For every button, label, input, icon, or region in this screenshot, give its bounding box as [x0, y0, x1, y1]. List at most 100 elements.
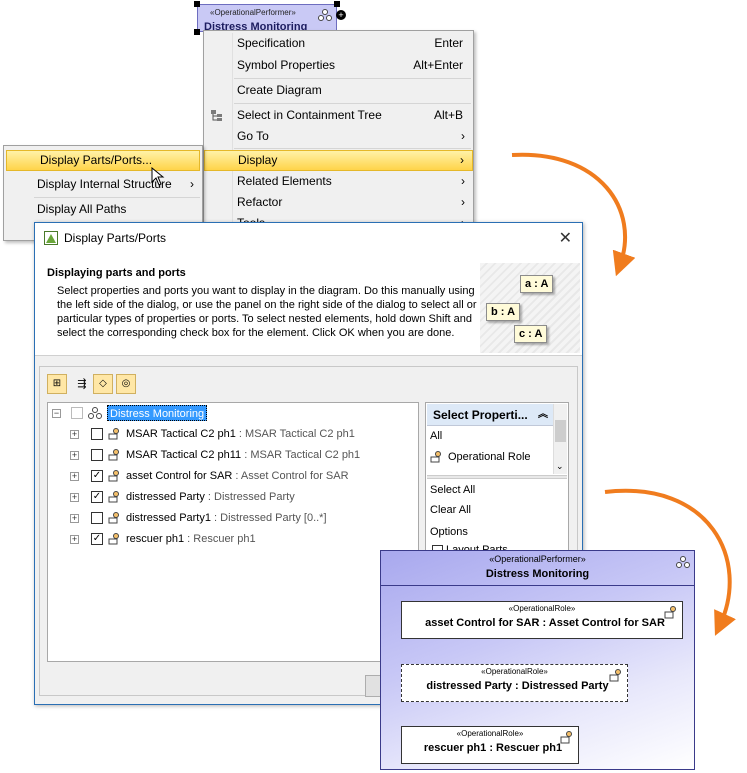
expand-icon[interactable]: +	[70, 535, 79, 544]
performer-icon	[318, 9, 332, 21]
tree-checkbox-checked[interactable]: ✓	[91, 470, 103, 482]
dialog-description: Select properties and ports you want to …	[57, 285, 477, 339]
clear-all-link[interactable]: Clear All	[430, 504, 471, 516]
part-name: distressed Party1	[126, 512, 211, 524]
menu-item-symbol-properties[interactable]: Symbol Properties Alt+Enter	[204, 55, 473, 76]
part-type: : Distressed Party	[204, 491, 295, 503]
performer-symbol[interactable]: «OperationalPerformer» Distress Monitori…	[194, 1, 340, 35]
expand-all-button[interactable]: ⊞	[47, 374, 67, 394]
chevron-right-icon: ›	[461, 174, 465, 188]
expand-icon[interactable]: +	[70, 451, 79, 460]
role-icon	[609, 669, 621, 682]
chevron-down-icon[interactable]: ⌄	[556, 461, 564, 472]
show-ports-button[interactable]: ◇	[93, 374, 113, 394]
part-type: : MSAR Tactical C2 ph1	[235, 428, 355, 440]
menu-item-display-parts-ports[interactable]: Display Parts/Ports...	[6, 150, 200, 171]
part-name: MSAR Tactical C2 ph1	[126, 428, 236, 440]
role-icon	[108, 533, 119, 545]
tree-checkbox[interactable]	[71, 407, 83, 419]
context-menu: Specification Enter Symbol Properties Alt+…	[203, 30, 474, 230]
close-icon[interactable]: ✕	[559, 228, 572, 248]
collapse-up-icon[interactable]: ︽	[538, 404, 548, 426]
part-name: asset Control for SAR	[126, 470, 233, 482]
dialog-title: Display Parts/Ports	[64, 231, 167, 245]
chevron-right-icon: ›	[461, 195, 465, 209]
performer-icon	[88, 407, 102, 419]
role-icon	[430, 451, 441, 463]
operational-role-item[interactable]: Operational Role	[430, 451, 531, 463]
show-parts-button[interactable]: ◎	[116, 374, 136, 394]
chevron-right-icon: ›	[190, 177, 194, 191]
menu-separator	[234, 148, 471, 149]
operational-role-part[interactable]: «OperationalRole» rescuer ph1 : Rescuer …	[401, 726, 579, 764]
part-type: : MSAR Tactical C2 ph1	[241, 449, 361, 461]
menu-item-select-in-containment-tree[interactable]: Select in Containment Tree Alt+B	[204, 105, 473, 126]
select-all-link[interactable]: Select All	[430, 484, 475, 496]
performer-name: Distress Monitoring	[485, 568, 590, 580]
role-stereotype: «OperationalRole»	[508, 604, 576, 613]
tree-row-root[interactable]: − Distress Monitoring	[48, 403, 418, 423]
dialog-heading: Displaying parts and ports	[47, 267, 186, 279]
select-all-types-item[interactable]: All	[430, 430, 442, 442]
performer-stereotype: «OperationalPerformer»	[210, 8, 296, 17]
scrollbar[interactable]: ⌄	[553, 404, 567, 474]
expand-icon[interactable]: +	[70, 472, 79, 481]
part-type: : Asset Control for SAR	[232, 470, 349, 482]
chevron-right-icon: ›	[460, 153, 464, 167]
menu-separator	[34, 197, 200, 198]
performer-shape[interactable]: «OperationalPerformer» Distress Monitori…	[380, 550, 695, 770]
illustration-tag: a : A	[520, 275, 554, 293]
panel-divider	[427, 475, 567, 479]
role-stereotype: «OperationalRole»	[456, 729, 524, 738]
tree-checkbox[interactable]	[91, 512, 103, 524]
scrollbar-thumb[interactable]	[555, 420, 566, 442]
expand-icon[interactable]: +	[70, 514, 79, 523]
operational-role-part[interactable]: «OperationalRole» distressed Party : Dis…	[401, 664, 628, 702]
menu-item-related-elements[interactable]: Related Elements ›	[204, 171, 473, 192]
menu-separator	[234, 78, 471, 79]
menu-separator	[234, 103, 471, 104]
menu-item-specification[interactable]: Specification Enter	[204, 33, 473, 54]
performer-icon	[676, 556, 690, 568]
dialog-header: Displaying parts and ports Select proper…	[35, 253, 582, 356]
role-name: distressed Party : Distressed Party	[426, 680, 609, 692]
dialog-title-bar: Display Parts/Ports ✕	[35, 223, 582, 253]
containment-tree-icon	[211, 110, 222, 121]
dialog-illustration: a : A b : A c : A	[480, 263, 580, 353]
tree-checkbox[interactable]	[91, 449, 103, 461]
chevron-right-icon: ›	[461, 129, 465, 143]
role-name: asset Control for SAR : Asset Control fo…	[425, 617, 665, 629]
resize-handle[interactable]	[194, 29, 200, 35]
menu-item-display-internal-structure[interactable]: Display Internal Structure ›	[4, 174, 202, 195]
menu-item-create-diagram[interactable]: Create Diagram	[204, 80, 473, 101]
tree-checkbox-checked[interactable]: ✓	[91, 491, 103, 503]
role-icon	[108, 512, 119, 524]
expand-icon[interactable]: +	[70, 430, 79, 439]
resize-handle[interactable]	[334, 1, 340, 7]
select-properties-header[interactable]: Select Properti... ︽	[427, 404, 554, 426]
compartment-line	[381, 585, 694, 586]
resize-handle[interactable]	[194, 1, 200, 7]
menu-item-go-to[interactable]: Go To ›	[204, 126, 473, 147]
role-icon	[664, 606, 676, 619]
operational-role-part[interactable]: «OperationalRole» asset Control for SAR …	[401, 601, 683, 639]
collapse-button[interactable]: ⇶	[72, 374, 92, 394]
collapse-icon[interactable]: −	[52, 409, 61, 418]
part-name: rescuer ph1	[126, 533, 185, 545]
tree-checkbox-checked[interactable]: ✓	[91, 533, 103, 545]
options-label: Options	[430, 526, 468, 538]
role-icon	[560, 731, 572, 744]
add-icon[interactable]: +	[336, 10, 346, 20]
expand-icon[interactable]: +	[70, 493, 79, 502]
menu-item-display[interactable]: Display ›	[204, 150, 473, 171]
role-stereotype: «OperationalRole»	[481, 667, 548, 676]
tree-checkbox[interactable]	[91, 428, 103, 440]
role-icon	[108, 470, 119, 482]
illustration-tag: c : A	[514, 325, 548, 343]
performer-stereotype: «OperationalPerformer»	[489, 554, 586, 564]
role-name: rescuer ph1 : Rescuer ph1	[423, 742, 563, 754]
parts-tree[interactable]: − Distress Monitoring + MSAR Tactical C2…	[47, 402, 419, 662]
menu-item-refactor[interactable]: Refactor ›	[204, 192, 473, 213]
part-type: : Distressed Party [0..*]	[210, 512, 327, 524]
menu-item-display-all-paths[interactable]: Display All Paths	[4, 199, 202, 220]
